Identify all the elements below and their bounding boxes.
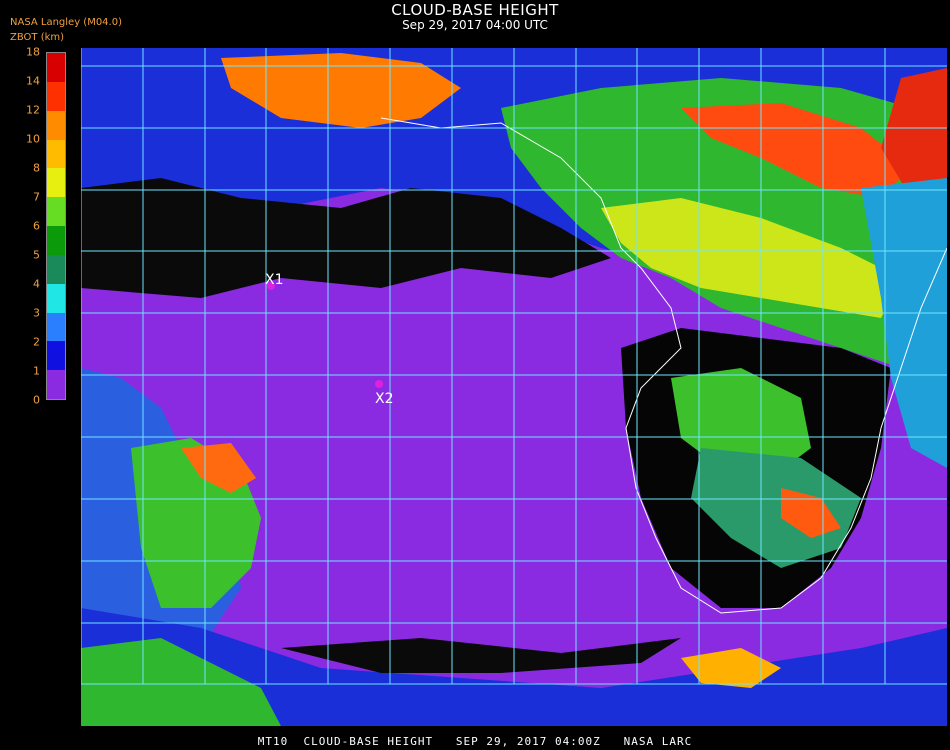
marker-x1-label: X1 [265, 272, 284, 288]
legend-swatch [47, 81, 65, 111]
legend-swatch [47, 110, 65, 140]
legend-tick-label: 0 [33, 393, 40, 407]
legend-tick-label: 2 [33, 335, 40, 349]
map-title: CLOUD-BASE HEIGHT [391, 1, 559, 19]
color-legend [46, 52, 66, 400]
legend-tick-label: 1 [33, 364, 40, 378]
legend-tick-label: 6 [33, 219, 40, 233]
legend-swatch [47, 370, 65, 399]
satellite-map: X1 X2 [81, 48, 947, 726]
legend-tick-label: 7 [33, 190, 40, 204]
legend-swatch [47, 139, 65, 169]
legend-swatch [47, 312, 65, 342]
legend-swatch [47, 168, 65, 198]
legend-swatch [47, 254, 65, 284]
legend-swatch [47, 197, 65, 227]
legend-tick-label: 10 [26, 132, 40, 146]
legend-tick-label: 18 [26, 45, 40, 59]
units-label: ZBOT (km) [10, 32, 65, 43]
legend-tick-label: 14 [26, 74, 40, 88]
legend-swatch [47, 53, 65, 82]
marker-x2-dot [375, 380, 383, 388]
legend-tick-label: 4 [33, 277, 40, 291]
legend-tick-label: 3 [33, 306, 40, 320]
legend-tick-label: 8 [33, 161, 40, 175]
legend-swatch [47, 283, 65, 313]
legend-tick-label: 5 [33, 248, 40, 262]
marker-x2-label: X2 [375, 391, 394, 407]
legend-swatch [47, 226, 65, 255]
map-timestamp: Sep 29, 2017 04:00 UTC [402, 18, 548, 32]
footer-caption: MT10 CLOUD-BASE HEIGHT SEP 29, 2017 04:0… [257, 735, 693, 748]
legend-swatch [47, 341, 65, 371]
source-label: NASA Langley (M04.0) [10, 17, 122, 28]
legend-tick-label: 12 [26, 103, 40, 117]
